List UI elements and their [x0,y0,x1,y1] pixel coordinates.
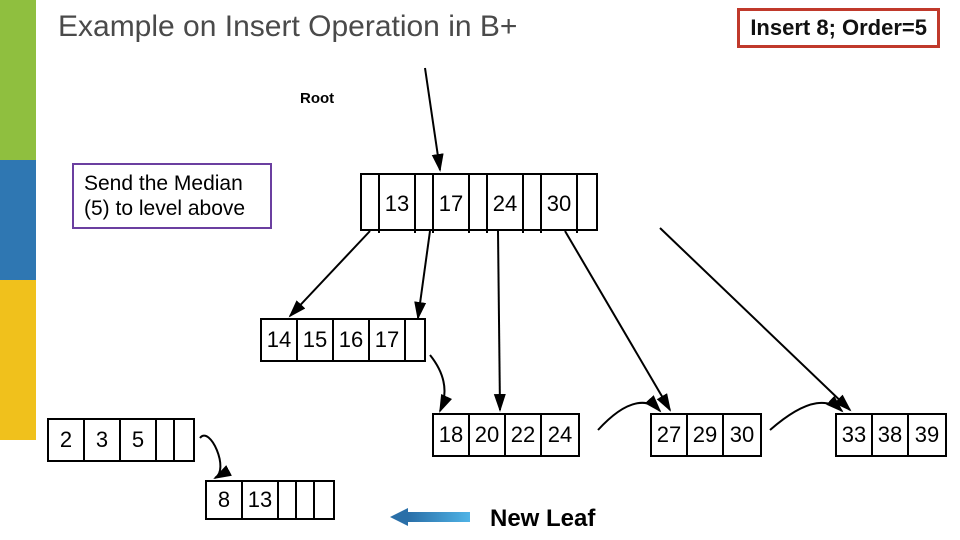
cell [297,482,315,518]
slide-title: Example on Insert Operation in B+ [58,10,517,44]
cell: 13 [243,482,279,518]
arrow-new-leaf [390,508,470,526]
node-root: 13 17 24 30 [360,173,598,231]
cell: 30 [542,175,578,233]
cell: 2 [49,420,85,460]
cell: 39 [909,415,945,455]
cell: 13 [380,175,416,233]
cell: 16 [334,320,370,360]
stripe-green [0,0,36,160]
cell: 3 [85,420,121,460]
cell: 24 [488,175,524,233]
node-18: 18 20 22 24 [432,413,580,457]
insert-op-box: Insert 8; Order=5 [737,8,940,48]
cell: 8 [207,482,243,518]
cell [362,175,380,233]
cell: 17 [370,320,406,360]
cell: 18 [434,415,470,455]
root-label: Root [300,90,334,107]
cell: 22 [506,415,542,455]
node-27: 27 29 30 [650,413,762,457]
stripe-blue [0,160,36,280]
cell [416,175,434,233]
cell: 29 [688,415,724,455]
cell [175,420,193,460]
cell: 27 [652,415,688,455]
cell: 14 [262,320,298,360]
stripe-white [0,440,36,540]
cell [406,320,424,360]
cell: 33 [837,415,873,455]
cell [157,420,175,460]
cell: 38 [873,415,909,455]
cell [470,175,488,233]
stripe-yellow [0,280,36,440]
cell: 24 [542,415,578,455]
callout-median: Send the Median (5) to level above [72,163,272,229]
cell [524,175,542,233]
cell [578,175,596,233]
cell: 5 [121,420,157,460]
new-leaf-label: New Leaf [490,505,595,533]
cell: 15 [298,320,334,360]
cell [315,482,333,518]
cell: 30 [724,415,760,455]
cell: 20 [470,415,506,455]
cell [279,482,297,518]
cell: 17 [434,175,470,233]
node-33: 33 38 39 [835,413,947,457]
node-8: 8 13 [205,480,335,520]
node-2: 2 3 5 [47,418,195,462]
node-14: 14 15 16 17 [260,318,426,362]
